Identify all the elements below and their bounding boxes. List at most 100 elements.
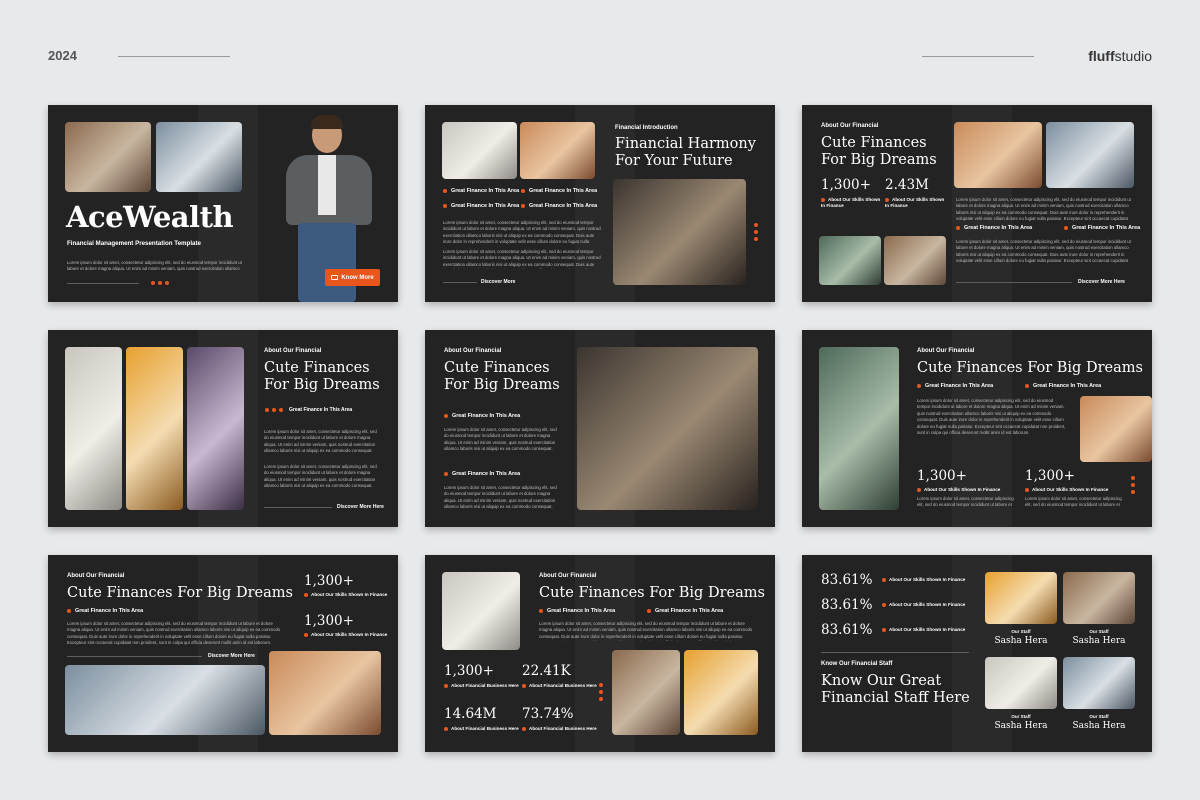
slide-8-metrics[interactable]: About Our Financial Cute Finances For Bi… (425, 555, 775, 752)
slide-9-staff[interactable]: 83.61% About Our Skills Shown In Finance… (802, 555, 1152, 752)
dots-decoration (599, 683, 603, 701)
dots-decoration (754, 223, 758, 241)
cover-paragraph: Lorem ipsum dolor sit amet, consectetur … (67, 260, 242, 273)
intro-paragraph: Lorem ipsum dolor sit amet, consectetur … (443, 249, 601, 269)
divider (956, 282, 1072, 283)
stat-value: 1,300+ (917, 468, 967, 484)
stat-caption: About Financial Business Here (522, 726, 597, 732)
photo-office (65, 122, 151, 192)
discover-more-link[interactable]: Discover More Here (337, 504, 384, 510)
intro-paragraph: Lorem ipsum dolor sit amet, consectetur … (443, 220, 601, 246)
percent-value: 83.61% (821, 597, 873, 613)
slide-title-line-1: Cute Finances (264, 360, 370, 376)
divider (67, 283, 139, 284)
staff-name: Sasha Hera (1072, 721, 1126, 731)
slide-3-stats[interactable]: About Our Financial Cute Finances For Bi… (802, 105, 1152, 302)
stat-value: 73.74% (522, 706, 574, 722)
bullet-item: Great Finance In This Area (444, 413, 520, 419)
slide-title-line-2: For Big Dreams (264, 377, 380, 393)
photo-team-table (442, 122, 517, 179)
staff-name: Sasha Hera (994, 636, 1048, 646)
photo-desk-work (1046, 122, 1134, 188)
bullet-item: Great Finance In This Area (443, 203, 519, 209)
photo-team-meeting (577, 347, 758, 510)
about-paragraph: Lorem ipsum dolor sit amet, consectetur … (917, 398, 1066, 436)
staff-name: Sasha Hera (1072, 636, 1126, 646)
slide-title-line-2: For Big Dreams (821, 152, 937, 168)
percent-value: 83.61% (821, 622, 873, 638)
bullet-item: Great Finance In This Area (67, 608, 143, 614)
discover-more-link[interactable]: Discover More Here (208, 653, 255, 659)
bullet-item: Great Finance In This Area (443, 188, 519, 194)
staff-role: Our Staff (1011, 629, 1031, 634)
bullet-item: Great Finance In This Area (444, 471, 520, 477)
photo-high-five (520, 122, 595, 179)
photo-office-group (884, 236, 946, 285)
stat-value: 1,300+ (1025, 468, 1075, 484)
slide-title-line-2: For Big Dreams (444, 377, 560, 393)
percent-value: 83.61% (821, 572, 873, 588)
photo-office-wide (819, 236, 881, 285)
slide-title: Cute Finances For Big Dreams (917, 360, 1143, 376)
photo-team-review (1080, 396, 1152, 462)
staff-role: Our Staff (1011, 714, 1031, 719)
slide-kicker: About Our Financial (264, 348, 322, 354)
slide-kicker: Know Our Financial Staff (821, 661, 893, 667)
dots-decoration (265, 408, 283, 412)
percent-caption: About Our Skills Shown In Finance (882, 577, 965, 583)
percent-caption: About Our Skills Shown In Finance (882, 602, 965, 608)
photo-team-celebration (819, 347, 899, 510)
stats-paragraph: Lorem ipsum dolor sit amet, consectetur … (956, 197, 1131, 223)
photo-discussion (612, 650, 680, 735)
slide-kicker: Financial Introduction (615, 125, 678, 131)
slide-1-cover[interactable]: AceWealth Financial Management Presentat… (48, 105, 398, 302)
slide-4-about[interactable]: About Our Financial Cute Finances For Bi… (48, 330, 398, 527)
staff-photo (1063, 657, 1135, 709)
bullet-item: Great Finance In This Area (956, 225, 1032, 231)
slide-5-about[interactable]: About Our Financial Cute Finances For Bi… (425, 330, 775, 527)
discover-more-link[interactable]: Discover More Here (1078, 279, 1125, 285)
about-paragraph: Lorem ipsum dolor sit amet, consectetur … (444, 427, 557, 453)
stats-paragraph: Lorem ipsum dolor sit amet, consectetur … (956, 239, 1131, 265)
slide-kicker: About Our Financial (917, 348, 975, 354)
slide-kicker: About Our Financial (444, 348, 502, 354)
photo-handshake (65, 665, 265, 735)
presentation-icon (331, 275, 339, 280)
bullet-item: Great Finance In This Area (521, 188, 597, 194)
divider (264, 507, 332, 508)
cover-title: AceWealth (66, 200, 234, 234)
photo-team-review (269, 651, 381, 735)
slide-2-introduction[interactable]: Great Finance In This Area Great Finance… (425, 105, 775, 302)
stat-value: 22.41K (522, 663, 571, 679)
slide-title-line-1: Know Our Great (821, 673, 942, 689)
staff-name: Sasha Hera (994, 721, 1048, 731)
stat-value: 1,300+ (821, 177, 871, 193)
discover-more-link[interactable]: Discover More (481, 279, 515, 285)
know-more-button[interactable]: Know More (325, 269, 380, 286)
slide-title-line-1: Cute Finances (821, 135, 927, 151)
year-label: 2024 (48, 48, 77, 63)
header-rule-left (118, 56, 230, 57)
bullet-item: Great Finance In This Area (521, 203, 597, 209)
bullet-item: Great Finance In This Area (1025, 383, 1101, 389)
bullet-item: Great Finance In This Area (647, 608, 723, 614)
header-rule-right (922, 56, 1034, 57)
stat-caption: About Financial Business Here (522, 683, 597, 689)
dots-decoration (151, 281, 169, 285)
slide-title-line-1: Financial Harmony (615, 136, 756, 152)
about-paragraph: Lorem ipsum dolor sit amet, consectetur … (264, 464, 377, 490)
staff-photo (1063, 572, 1135, 624)
stat-caption: About Our Skills Shown In Finance (885, 197, 945, 208)
slide-title: Cute Finances For Big Dreams (67, 585, 293, 601)
slide-kicker: About Our Financial (539, 573, 597, 579)
stat-caption: About Our Skills Shown In Finance (1025, 487, 1108, 493)
slide-kicker: About Our Financial (67, 573, 125, 579)
bullet-item: Great Finance In This Area (1064, 225, 1140, 231)
stat-caption: About Financial Business Here (444, 683, 519, 689)
slide-7-about[interactable]: About Our Financial Cute Finances For Bi… (48, 555, 398, 752)
photo-team-laptop (613, 179, 746, 285)
photo-sticky-notes (126, 347, 183, 510)
divider (443, 282, 477, 283)
slide-6-about[interactable]: About Our Financial Cute Finances For Bi… (802, 330, 1152, 527)
about-paragraph: Lorem ipsum dolor sit amet, consectetur … (444, 485, 557, 511)
